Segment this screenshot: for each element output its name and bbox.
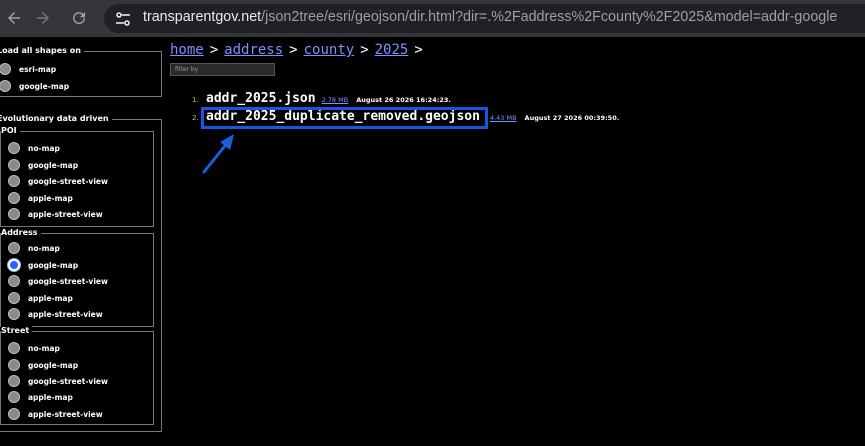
option-label: google-map: [28, 360, 79, 370]
file-date: August 26 2026 16:24:23.: [356, 96, 451, 104]
pointer-arrow-icon: [202, 134, 234, 174]
breadcrumb-2025-link[interactable]: 2025: [375, 42, 409, 58]
browser-toolbar: transparentgov.net/json2tree/esri/geojso…: [0, 0, 865, 37]
option-label: apple-street-view: [28, 309, 103, 319]
option-label: esri-map: [19, 64, 57, 74]
option-label: apple-street-view: [28, 209, 103, 219]
site-settings-icon[interactable]: [114, 10, 132, 28]
poi-no-map-option[interactable]: no-map: [8, 142, 60, 154]
poi-apple-street-view-option[interactable]: apple-street-view: [8, 208, 103, 220]
address-bar[interactable]: transparentgov.net/json2tree/esri/geojso…: [104, 4, 865, 33]
radio-button[interactable]: [8, 308, 20, 320]
file-size-link[interactable]: 2.78 MB: [322, 96, 349, 104]
radio-button[interactable]: [8, 175, 20, 187]
address-legend: Address: [1, 228, 41, 238]
url-path: /json2tree/esri/geojson/dir.html?dir=.%2…: [261, 9, 838, 25]
file-name-link[interactable]: addr_2025.json: [206, 91, 316, 106]
street-apple-map-option[interactable]: apple-map: [8, 391, 73, 403]
radio-button[interactable]: [0, 80, 11, 92]
option-label: google-map: [28, 260, 79, 270]
option-label: apple-map: [28, 392, 73, 402]
load-shapes-legend: Load all shapes on: [0, 46, 84, 56]
radio-button[interactable]: [8, 208, 20, 220]
poi-legend: POI: [1, 126, 20, 136]
radio-button[interactable]: [8, 342, 20, 354]
option-label: no-map: [28, 343, 60, 353]
reload-icon[interactable]: [67, 6, 91, 30]
url-host: transparentgov.net: [143, 9, 262, 25]
option-label: google-map: [19, 81, 70, 91]
radio-button[interactable]: [8, 408, 20, 420]
option-label: apple-map: [28, 293, 73, 303]
load-shapes-panel: Load all shapes on esri-map google-map: [0, 46, 162, 97]
radio-button[interactable]: [0, 63, 11, 75]
option-label: google-street-view: [28, 276, 108, 286]
load-esri-map-option[interactable]: esri-map: [0, 63, 56, 75]
radio-button[interactable]: [8, 242, 20, 254]
option-label: no-map: [28, 143, 60, 153]
file-date: August 27 2026 00:39:50.: [524, 114, 620, 122]
breadcrumb-separator: >: [289, 42, 298, 58]
radio-button[interactable]: [8, 292, 20, 304]
breadcrumb-separator: >: [209, 42, 219, 58]
option-label: apple-street-view: [28, 409, 103, 419]
radio-button[interactable]: [8, 359, 20, 371]
address-google-map-option[interactable]: google-map: [8, 259, 78, 271]
highlight-box: [201, 107, 488, 129]
option-label: google-street-view: [28, 376, 108, 386]
radio-button[interactable]: [8, 192, 20, 204]
street-legend: Street: [1, 326, 33, 336]
street-google-street-view-option[interactable]: google-street-view: [8, 375, 108, 387]
evolutionary-legend: Evolutionary data driven: [0, 114, 112, 124]
file-index: 1.: [192, 96, 199, 104]
evolutionary-panel: Evolutionary data driven POI no-map goog…: [0, 114, 162, 432]
address-no-map-option[interactable]: no-map: [8, 242, 60, 254]
street-google-map-option[interactable]: google-map: [8, 359, 78, 371]
breadcrumb-separator: >: [414, 42, 423, 58]
url-text[interactable]: transparentgov.net/json2tree/esri/geojso…: [143, 9, 837, 25]
radio-button[interactable]: [8, 142, 20, 154]
breadcrumb-county-link[interactable]: county: [304, 42, 355, 58]
option-label: no-map: [28, 243, 60, 253]
radio-button[interactable]: [8, 375, 20, 387]
filter-input[interactable]: filter by: [170, 63, 275, 76]
poi-google-street-view-option[interactable]: google-street-view: [8, 175, 108, 187]
address-group: Address no-map google-map google-street-…: [0, 228, 154, 327]
option-label: apple-map: [28, 193, 73, 203]
file-size-link[interactable]: 4.43 MB: [490, 114, 517, 122]
breadcrumb-home-link[interactable]: home: [170, 42, 204, 58]
address-apple-map-option[interactable]: apple-map: [8, 292, 73, 304]
breadcrumb-separator: >: [360, 42, 369, 58]
poi-apple-map-option[interactable]: apple-map: [8, 192, 73, 204]
load-google-map-option[interactable]: google-map: [0, 80, 69, 92]
address-google-street-view-option[interactable]: google-street-view: [8, 275, 108, 287]
option-label: google-street-view: [28, 176, 108, 186]
address-apple-street-view-option[interactable]: apple-street-view: [8, 308, 103, 320]
poi-google-map-option[interactable]: google-map: [8, 159, 78, 171]
poi-group: POI no-map google-map google-street-view…: [0, 126, 154, 227]
street-no-map-option[interactable]: no-map: [8, 342, 60, 354]
radio-button[interactable]: [8, 159, 20, 171]
radio-button-selected[interactable]: [8, 259, 20, 271]
breadcrumb-address-link[interactable]: address: [224, 42, 283, 58]
radio-button[interactable]: [8, 391, 20, 403]
street-group: Street no-map google-map google-street-v…: [0, 326, 154, 425]
street-apple-street-view-option[interactable]: apple-street-view: [8, 408, 103, 420]
radio-button[interactable]: [8, 275, 20, 287]
breadcrumb: home > address > county >2025 >: [170, 42, 429, 58]
forward-arrow-icon[interactable]: [31, 6, 55, 30]
back-arrow-icon[interactable]: [2, 6, 26, 30]
option-label: google-map: [28, 160, 79, 170]
file-row: 1. addr_2025.json 2.78 MB August 26 2026…: [192, 91, 451, 106]
